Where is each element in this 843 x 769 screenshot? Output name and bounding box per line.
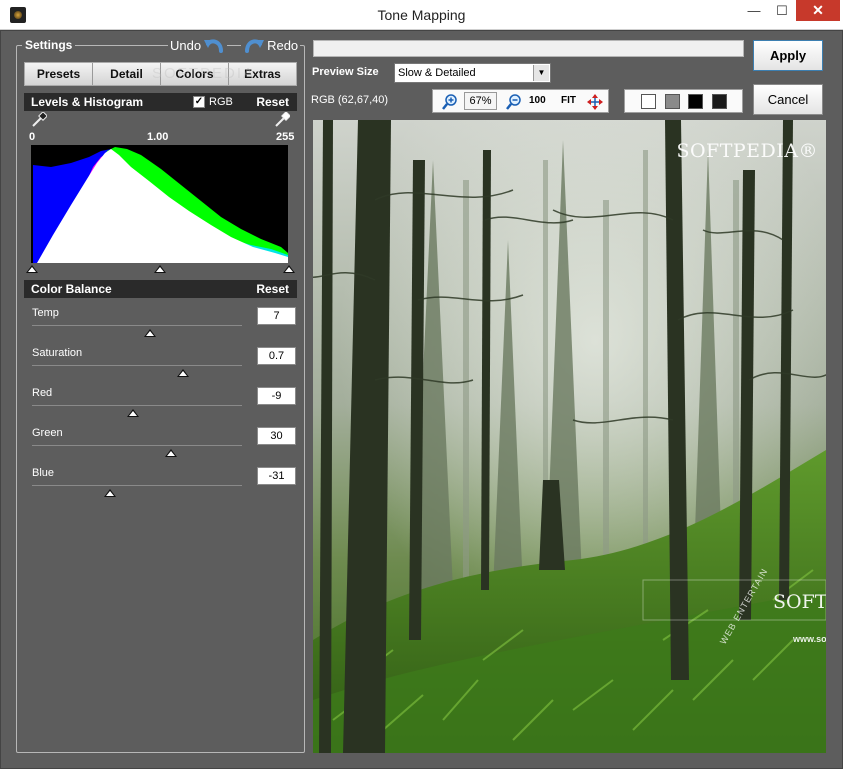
color-balance-header: Color Balance Reset xyxy=(24,280,297,298)
blue-label: Blue xyxy=(32,467,55,479)
red-value-field[interactable]: -9 xyxy=(257,387,296,405)
gamma-handle[interactable] xyxy=(154,265,166,273)
zoom-toolbar: 67% 100 FIT xyxy=(432,89,609,113)
green-label: Green xyxy=(32,427,63,439)
minimize-button[interactable]: — xyxy=(740,0,768,21)
background-white-swatch[interactable] xyxy=(641,94,656,109)
saturation-label: Saturation xyxy=(32,347,83,359)
chevron-down-icon[interactable]: ▼ xyxy=(533,65,549,81)
softpedia-watermark: SOFTPEDIA® xyxy=(676,140,818,162)
forest-image xyxy=(313,120,826,753)
preview-image[interactable]: SOFTPEDIA® SOFT www.soft WEB ENTERTAIN xyxy=(313,120,826,753)
red-slider-thumb[interactable] xyxy=(126,409,139,417)
rgb-checkbox-label: RGB xyxy=(209,96,233,108)
apply-button[interactable]: Apply xyxy=(753,40,823,71)
temp-slider-thumb[interactable] xyxy=(143,329,156,337)
levels-scale-mid: 1.00 xyxy=(147,131,169,143)
undo-redo-area: Undo Redo xyxy=(168,34,301,56)
histogram xyxy=(31,145,288,263)
undo-button[interactable]: Undo xyxy=(170,35,227,55)
blue-value-field[interactable]: -31 xyxy=(257,467,296,485)
saturation-slider[interactable] xyxy=(32,365,242,366)
faint-watermark: SOFTPEDIA xyxy=(152,65,256,82)
red-slider[interactable] xyxy=(32,405,242,406)
blue-slider[interactable] xyxy=(32,485,242,486)
zoom-level: 67% xyxy=(464,92,497,110)
background-color-toolbar xyxy=(624,89,743,113)
rgb-checkbox[interactable]: ✓ xyxy=(193,96,205,108)
undo-icon xyxy=(204,39,224,53)
background-dark-swatch[interactable] xyxy=(712,94,727,109)
levels-title: Levels & Histogram xyxy=(31,95,144,109)
black-point-handle[interactable] xyxy=(26,265,38,273)
temp-slider[interactable] xyxy=(32,325,242,326)
undo-label: Undo xyxy=(170,37,202,53)
levels-scale-min: 0 xyxy=(29,131,36,143)
black-point-eyedropper-icon[interactable] xyxy=(31,112,47,128)
softpedia-watermark-mid: SOFT xyxy=(773,591,826,613)
fit-button[interactable]: FIT xyxy=(561,95,576,106)
temp-value-field[interactable]: 7 xyxy=(257,307,296,325)
levels-scale-max: 255 xyxy=(276,131,295,143)
saturation-value-field[interactable]: 0.7 xyxy=(257,347,296,365)
color-balance-reset-button[interactable]: Reset xyxy=(256,280,289,298)
background-black-swatch[interactable] xyxy=(688,94,703,109)
preview-size-value: Slow & Detailed xyxy=(398,67,476,79)
redo-icon xyxy=(245,39,265,53)
window-title: Tone Mapping xyxy=(377,7,466,23)
tab-detail[interactable]: Detail xyxy=(93,63,161,85)
levels-header: Levels & Histogram ✓ RGB Reset xyxy=(24,93,297,111)
background-gray-swatch[interactable] xyxy=(665,94,680,109)
tab-presets[interactable]: Presets xyxy=(25,63,93,85)
title-bar: Tone Mapping — ☐ ✕ xyxy=(0,0,843,30)
redo-button[interactable]: Redo xyxy=(241,35,298,55)
zoom-in-icon[interactable] xyxy=(441,93,459,111)
green-slider-thumb[interactable] xyxy=(164,449,177,457)
temp-label: Temp xyxy=(32,307,59,319)
softpedia-url-watermark: www.soft xyxy=(793,634,826,644)
close-button[interactable]: ✕ xyxy=(796,0,840,21)
rgb-readout: RGB (62,67,40) xyxy=(311,94,389,106)
white-point-handle[interactable] xyxy=(283,265,295,273)
settings-legend: Settings xyxy=(22,38,76,52)
maximize-button[interactable]: ☐ xyxy=(768,0,796,21)
color-balance-title: Color Balance xyxy=(31,282,112,296)
progress-bar xyxy=(313,40,744,57)
red-label: Red xyxy=(32,387,53,399)
move-icon[interactable] xyxy=(586,93,604,111)
preview-size-label: Preview Size xyxy=(312,66,379,78)
green-value-field[interactable]: 30 xyxy=(257,427,296,445)
redo-label: Redo xyxy=(267,37,299,53)
cancel-button[interactable]: Cancel xyxy=(753,84,823,115)
zoom-out-icon[interactable] xyxy=(505,93,523,111)
saturation-slider-thumb[interactable] xyxy=(177,369,190,377)
preview-size-dropdown[interactable]: Slow & Detailed ▼ xyxy=(394,63,551,83)
levels-reset-button[interactable]: Reset xyxy=(256,93,289,111)
undo-redo-divider xyxy=(227,44,242,46)
green-slider[interactable] xyxy=(32,445,242,446)
blue-slider-thumb[interactable] xyxy=(103,489,116,497)
zoom-100-button[interactable]: 100 xyxy=(529,95,546,106)
white-point-eyedropper-icon[interactable] xyxy=(274,112,290,128)
